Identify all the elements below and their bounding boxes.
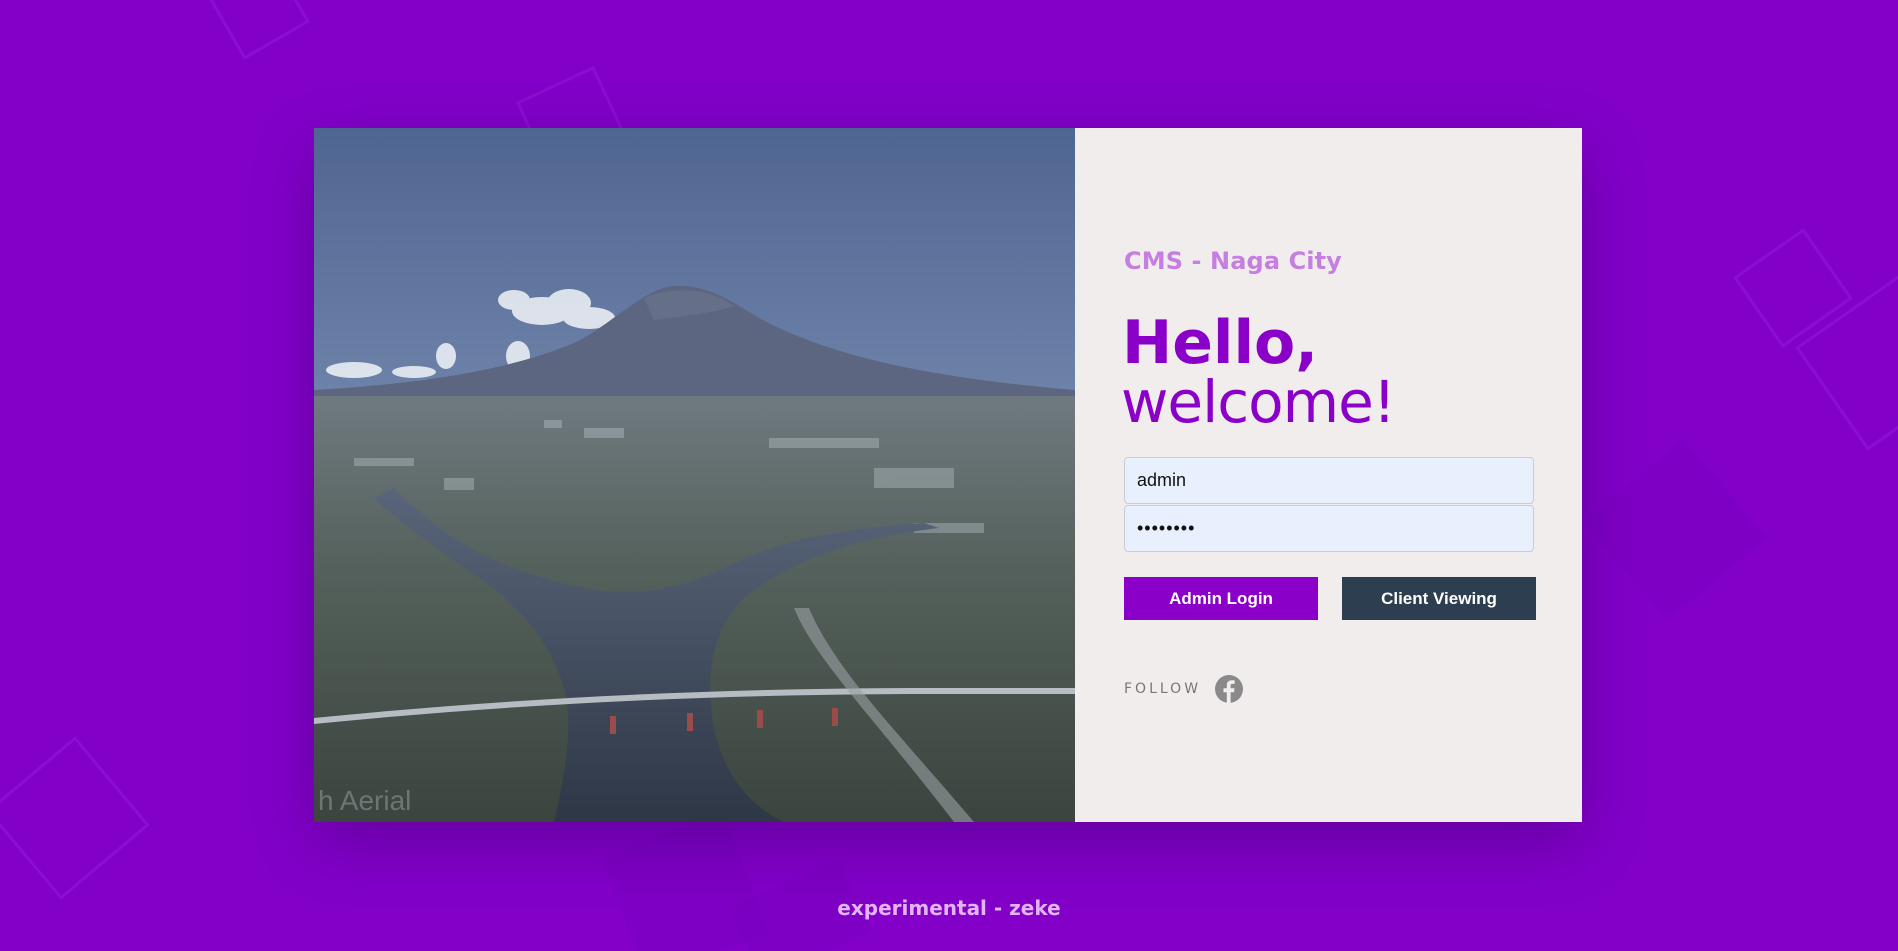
background-decoration [206,0,310,60]
login-card: h Aerial CMS - Naga City Hello, welcome!… [314,128,1582,822]
username-input[interactable] [1124,457,1534,504]
social-follow: FOLLOW [1124,675,1244,703]
footer-credit: experimental - zeke [837,896,1061,920]
client-viewing-button[interactable]: Client Viewing [1342,577,1536,620]
photo-watermark: h Aerial [318,785,411,816]
greeting-welcome: welcome! [1121,368,1396,436]
admin-login-button[interactable]: Admin Login [1124,577,1318,620]
background-decoration [601,811,769,951]
background-decoration [1795,275,1898,451]
brand-title: CMS - Naga City [1124,247,1342,275]
follow-label: FOLLOW [1124,681,1202,697]
password-input[interactable] [1124,505,1534,552]
background-decoration [0,736,150,900]
city-aerial-photo: h Aerial [314,128,1075,822]
greeting-hello: Hello, [1122,308,1319,378]
facebook-icon[interactable] [1215,675,1244,703]
city-aerial-illustration: h Aerial [314,128,1075,822]
background-decoration [1733,228,1853,348]
background-decoration [1583,438,1767,622]
login-panel: CMS - Naga City Hello, welcome! Admin Lo… [1075,128,1582,822]
